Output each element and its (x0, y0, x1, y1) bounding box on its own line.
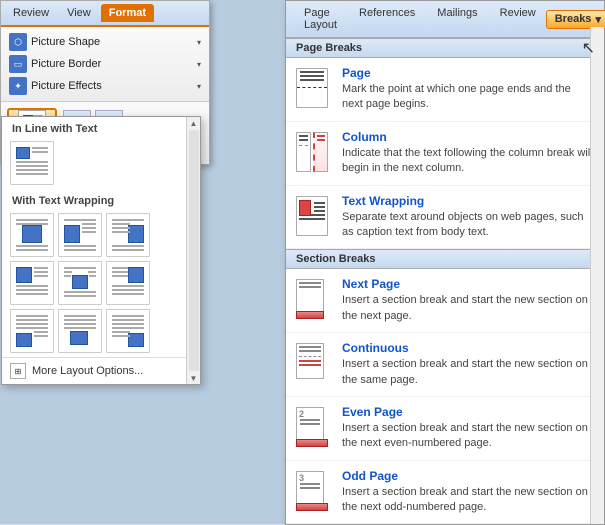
layout-dropdown: In Line with Text With Text Wrapping (1, 116, 201, 385)
odd-page-icon-container: 3 (296, 469, 332, 513)
page-title[interactable]: Page (342, 66, 594, 80)
tab-references[interactable]: References (349, 5, 425, 33)
next-page-icon-container (296, 277, 332, 321)
even-page-desc: Insert a section break and start the new… (342, 421, 594, 452)
page-break-icon-container (296, 66, 332, 110)
layout-wrap-item-7[interactable] (10, 309, 54, 353)
break-text-column: Column Indicate that the text following … (342, 130, 594, 177)
layout-wrap-item-8[interactable] (58, 309, 102, 353)
picture-shape-label: Picture Shape (31, 36, 100, 48)
breaks-panel: Page Layout References Mailings Review B… (285, 0, 605, 525)
tab-view[interactable]: View (59, 4, 99, 22)
layout-inline-inner (14, 145, 50, 181)
scroll-up-arrow[interactable]: ▲ (188, 117, 200, 129)
picture-shape-icon: ⬡ (9, 33, 27, 51)
picture-effects-icon: ✦ (9, 77, 27, 95)
break-item-next-page[interactable]: Next Page Insert a section break and sta… (286, 269, 604, 333)
break-text-odd-page: Odd Page Insert a section break and star… (342, 469, 594, 516)
column-break-icon (296, 132, 328, 172)
ribbon-tab-bar: Review View Format (1, 1, 209, 27)
layout-wrap-item-9[interactable] (106, 309, 150, 353)
picture-effects-arrow: ▾ (197, 82, 201, 91)
continuous-title[interactable]: Continuous (342, 341, 594, 355)
break-item-column[interactable]: Column Indicate that the text following … (286, 122, 604, 186)
text-wrapping-title[interactable]: Text Wrapping (342, 194, 594, 208)
scroll-down-arrow[interactable]: ▼ (188, 372, 200, 384)
breaks-tabs: Page Layout References Mailings Review (294, 5, 546, 33)
format-ribbon: Review View Format ⬡ Picture Shape ▾ ▭ P… (0, 0, 210, 165)
tab-review[interactable]: Review (5, 4, 57, 22)
layout-wrap-item-1[interactable] (10, 213, 54, 257)
wrap-section-title: With Text Wrapping (2, 189, 200, 209)
column-title[interactable]: Column (342, 130, 594, 144)
layout-grid (2, 209, 200, 357)
inline-section-title: In Line with Text (2, 117, 200, 137)
odd-page-desc: Insert a section break and start the new… (342, 485, 594, 516)
page-break-icon (296, 68, 328, 108)
layout-wrap-item-4[interactable] (10, 261, 54, 305)
layout-wrap-item-6[interactable] (106, 261, 150, 305)
breaks-button[interactable]: Breaks ▾ (546, 10, 605, 29)
breaks-scrollbar[interactable] (590, 27, 604, 524)
tab-format[interactable]: Format (101, 4, 154, 22)
continuous-icon (296, 343, 328, 383)
picture-effects-button[interactable]: ✦ Picture Effects ▾ (7, 75, 203, 97)
layout-scrollbar[interactable]: ▲ ▼ (186, 117, 200, 384)
continuous-desc: Insert a section break and start the new… (342, 357, 594, 388)
layout-wrap-item-3[interactable] (106, 213, 150, 257)
layout-wrap-item-2[interactable] (58, 213, 102, 257)
text-wrap-icon (296, 196, 328, 236)
text-wrap-icon-container (296, 194, 332, 238)
break-item-text-wrapping[interactable]: Text Wrapping Separate text around objec… (286, 186, 604, 250)
break-text-wrapping: Text Wrapping Separate text around objec… (342, 194, 594, 241)
more-layout-options-button[interactable]: ⊞ More Layout Options... (2, 357, 200, 384)
break-item-page[interactable]: Page Mark the point at which one page en… (286, 58, 604, 122)
picture-shape-arrow: ▾ (197, 38, 201, 47)
page-desc: Mark the point at which one page ends an… (342, 82, 594, 113)
break-item-continuous[interactable]: Continuous Insert a section break and st… (286, 333, 604, 397)
tab-mailings[interactable]: Mailings (427, 5, 487, 33)
breaks-panel-header: Page Layout References Mailings Review B… (286, 1, 604, 38)
break-item-odd-page[interactable]: 3 Odd Page Insert a section break and st… (286, 461, 604, 525)
odd-page-title[interactable]: Odd Page (342, 469, 594, 483)
page-breaks-header: Page Breaks (286, 38, 604, 58)
picture-border-arrow: ▾ (197, 60, 201, 69)
picture-effects-label: Picture Effects (31, 80, 102, 92)
picture-shape-button[interactable]: ⬡ Picture Shape ▾ (7, 31, 203, 53)
continuous-icon-container (296, 341, 332, 385)
even-page-title[interactable]: Even Page (342, 405, 594, 419)
column-desc: Indicate that the text following the col… (342, 146, 594, 177)
break-text-continuous: Continuous Insert a section break and st… (342, 341, 594, 388)
section-breaks-header: Section Breaks (286, 249, 604, 269)
next-page-title[interactable]: Next Page (342, 277, 594, 291)
picture-border-button[interactable]: ▭ Picture Border ▾ (7, 53, 203, 75)
next-page-desc: Insert a section break and start the new… (342, 293, 594, 324)
column-break-icon-container (296, 130, 332, 174)
break-text-next-page: Next Page Insert a section break and sta… (342, 277, 594, 324)
even-page-icon: 2 (296, 407, 332, 447)
text-wrapping-desc: Separate text around objects on web page… (342, 210, 594, 241)
picture-border-icon: ▭ (9, 55, 27, 73)
odd-page-icon: 3 (296, 471, 332, 511)
layout-wrap-item-5[interactable] (58, 261, 102, 305)
even-page-icon-container: 2 (296, 405, 332, 449)
more-layout-icon: ⊞ (10, 363, 26, 379)
tab-review[interactable]: Review (490, 5, 546, 33)
break-text-even-page: Even Page Insert a section break and sta… (342, 405, 594, 452)
next-page-icon (296, 279, 328, 319)
tab-page-layout[interactable]: Page Layout (294, 5, 347, 33)
breaks-content: Page Breaks Page Mark the point at which… (286, 38, 604, 524)
layout-inline-item[interactable] (10, 141, 54, 185)
break-text-page: Page Mark the point at which one page en… (342, 66, 594, 113)
break-item-even-page[interactable]: 2 Even Page Insert a section break and s… (286, 397, 604, 461)
picture-border-label: Picture Border (31, 58, 101, 70)
